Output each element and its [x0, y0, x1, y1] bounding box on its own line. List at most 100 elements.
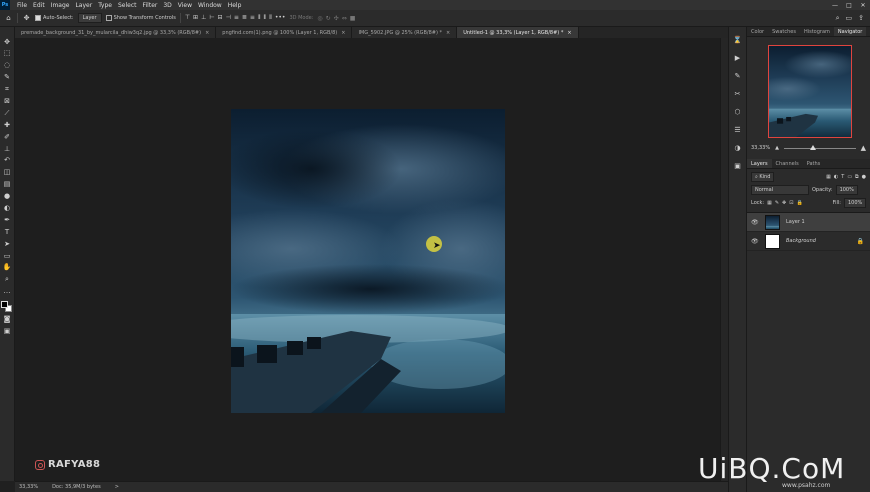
layer-row-layer-1[interactable]: 👁 Layer 1: [747, 213, 870, 232]
navigator-zoom-value[interactable]: 33,33%: [751, 145, 770, 151]
zoom-out-icon[interactable]: ▲: [775, 145, 779, 151]
tab-channels[interactable]: Channels: [772, 159, 803, 168]
layer-row-background[interactable]: 👁 Background 🔒: [747, 232, 870, 251]
close-icon[interactable]: ×: [205, 30, 209, 36]
pen-tool-icon[interactable]: ✒: [2, 215, 13, 225]
brush-tool-icon[interactable]: ✐: [2, 132, 13, 142]
distribute-right-icon[interactable]: ⦀: [269, 14, 272, 22]
close-icon[interactable]: ×: [341, 30, 345, 36]
slider-thumb[interactable]: [809, 144, 816, 150]
vertical-scrollbar[interactable]: [720, 38, 728, 481]
type-filter-icon[interactable]: T: [841, 174, 844, 180]
tab-color[interactable]: Color: [747, 27, 768, 36]
lock-transparent-icon[interactable]: ▦: [767, 200, 772, 206]
align-top-icon[interactable]: ⊤: [185, 14, 190, 22]
menu-filter[interactable]: Filter: [140, 2, 161, 9]
visibility-eye-icon[interactable]: 👁: [751, 219, 759, 226]
dodge-tool-icon[interactable]: ◐: [2, 203, 13, 213]
shape-tool-icon[interactable]: ▭: [2, 251, 13, 261]
layer-name[interactable]: Layer 1: [786, 219, 805, 225]
3d-pan-icon[interactable]: ✣: [334, 15, 339, 22]
frame-tool-icon[interactable]: ⊠: [2, 96, 13, 106]
history-panel-icon[interactable]: ⌛: [732, 35, 744, 45]
menu-type[interactable]: Type: [95, 2, 115, 9]
move-tool-icon[interactable]: ✥: [2, 37, 13, 47]
navigator-preview[interactable]: [768, 45, 852, 138]
align-bottom-icon[interactable]: ⊥: [201, 14, 206, 22]
smart-object-filter-icon[interactable]: ⧉: [855, 174, 859, 180]
menu-3d[interactable]: 3D: [160, 2, 174, 9]
eyedropper-tool-icon[interactable]: ⟋: [2, 108, 13, 118]
canvas-area[interactable]: ➤ RAFYA88: [15, 38, 720, 481]
align-vcenter-icon[interactable]: ⊞: [193, 14, 198, 22]
actions-panel-icon[interactable]: ▶: [732, 53, 744, 63]
status-menu-arrow[interactable]: >: [115, 484, 119, 490]
layer-kind-filter[interactable]: ⌕ Kind: [751, 172, 775, 182]
align-right-icon[interactable]: ⊣: [226, 14, 231, 22]
auto-select-dropdown[interactable]: Layer: [77, 13, 102, 23]
filter-toggle-icon[interactable]: ●: [862, 174, 866, 180]
menu-layer[interactable]: Layer: [72, 2, 95, 9]
screen-mode-icon[interactable]: ▣: [2, 326, 13, 336]
zoom-in-icon[interactable]: ▲: [861, 144, 866, 152]
properties-panel-icon[interactable]: ☰: [732, 125, 744, 135]
type-tool-icon[interactable]: T: [2, 227, 13, 237]
menu-select[interactable]: Select: [115, 2, 140, 9]
menu-help[interactable]: Help: [225, 2, 245, 9]
3d-slide-icon[interactable]: ⇔: [342, 15, 347, 22]
tab-navigator[interactable]: Navigator: [833, 27, 867, 36]
marquee-tool-icon[interactable]: ⬚: [2, 49, 13, 59]
move-tool-icon[interactable]: ✥: [22, 14, 31, 23]
path-select-tool-icon[interactable]: ➤: [2, 239, 13, 249]
color-swatches[interactable]: [1, 300, 13, 313]
distribute-left-icon[interactable]: ⦀: [258, 14, 261, 22]
foreground-color-swatch[interactable]: [1, 300, 8, 308]
zoom-tool-icon[interactable]: ⌕: [2, 275, 13, 285]
crop-tool-icon[interactable]: ⌗: [2, 85, 13, 95]
distribute-vcenter-icon[interactable]: ≣: [242, 14, 247, 22]
3d-roll-icon[interactable]: ↻: [326, 15, 331, 22]
menu-image[interactable]: Image: [48, 2, 73, 9]
document-tab-active[interactable]: Untitled-1 @ 33,3% (Layer 1, RGB/8#) * ×: [457, 27, 579, 38]
gradient-tool-icon[interactable]: ▤: [2, 180, 13, 190]
tab-swatches[interactable]: Swatches: [768, 27, 800, 36]
blur-tool-icon[interactable]: ●: [2, 192, 13, 202]
distribute-top-icon[interactable]: ≡: [234, 14, 239, 22]
navigator-zoom-slider[interactable]: [783, 144, 856, 150]
adjustments-panel-icon[interactable]: ◑: [732, 143, 744, 153]
menu-edit[interactable]: Edit: [30, 2, 48, 9]
layer-name[interactable]: Background: [786, 238, 816, 244]
shape-filter-icon[interactable]: ▭: [847, 174, 852, 180]
share-icon[interactable]: ⇪: [858, 14, 864, 23]
align-hcenter-icon[interactable]: ⊟: [218, 14, 223, 22]
more-tools-icon[interactable]: …: [2, 287, 13, 297]
fill-input[interactable]: 100%: [844, 198, 866, 208]
clone-stamp-tool-icon[interactable]: ⊥: [2, 144, 13, 154]
pixel-filter-icon[interactable]: ▦: [826, 174, 831, 180]
document-tab[interactable]: pngfind.com(1).png @ 100% (Layer 1, RGB/…: [216, 27, 353, 38]
hand-tool-icon[interactable]: ✋: [2, 263, 13, 273]
close-window-button[interactable]: ✕: [856, 2, 870, 9]
3d-orbit-icon[interactable]: ◎: [317, 15, 322, 22]
auto-select-checkbox[interactable]: Auto-Select:: [35, 15, 74, 21]
document-canvas[interactable]: [231, 109, 505, 413]
more-options-icon[interactable]: •••: [275, 14, 286, 22]
eraser-tool-icon[interactable]: ◫: [2, 168, 13, 178]
lasso-tool-icon[interactable]: ◌: [2, 61, 13, 71]
tab-paths[interactable]: Paths: [803, 159, 825, 168]
maximize-button[interactable]: □: [842, 2, 856, 9]
lock-all-icon[interactable]: 🔒: [796, 200, 802, 206]
close-icon[interactable]: ×: [446, 30, 450, 36]
transform-controls-checkbox[interactable]: Show Transform Controls: [105, 15, 176, 21]
menu-window[interactable]: Window: [195, 2, 225, 9]
history-brush-tool-icon[interactable]: ↶: [2, 156, 13, 166]
menu-view[interactable]: View: [175, 2, 195, 9]
align-left-icon[interactable]: ⊢: [209, 14, 214, 22]
search-icon[interactable]: ⌕: [836, 14, 840, 23]
clone-source-icon[interactable]: ✂: [732, 89, 744, 99]
distribute-hcenter-icon[interactable]: ⦀: [264, 14, 267, 22]
3d-panel-icon[interactable]: ⬡: [732, 107, 744, 117]
workspace-icon[interactable]: ▭: [846, 14, 853, 23]
quick-select-tool-icon[interactable]: ✎: [2, 73, 13, 83]
tab-histogram[interactable]: Histogram: [800, 27, 834, 36]
